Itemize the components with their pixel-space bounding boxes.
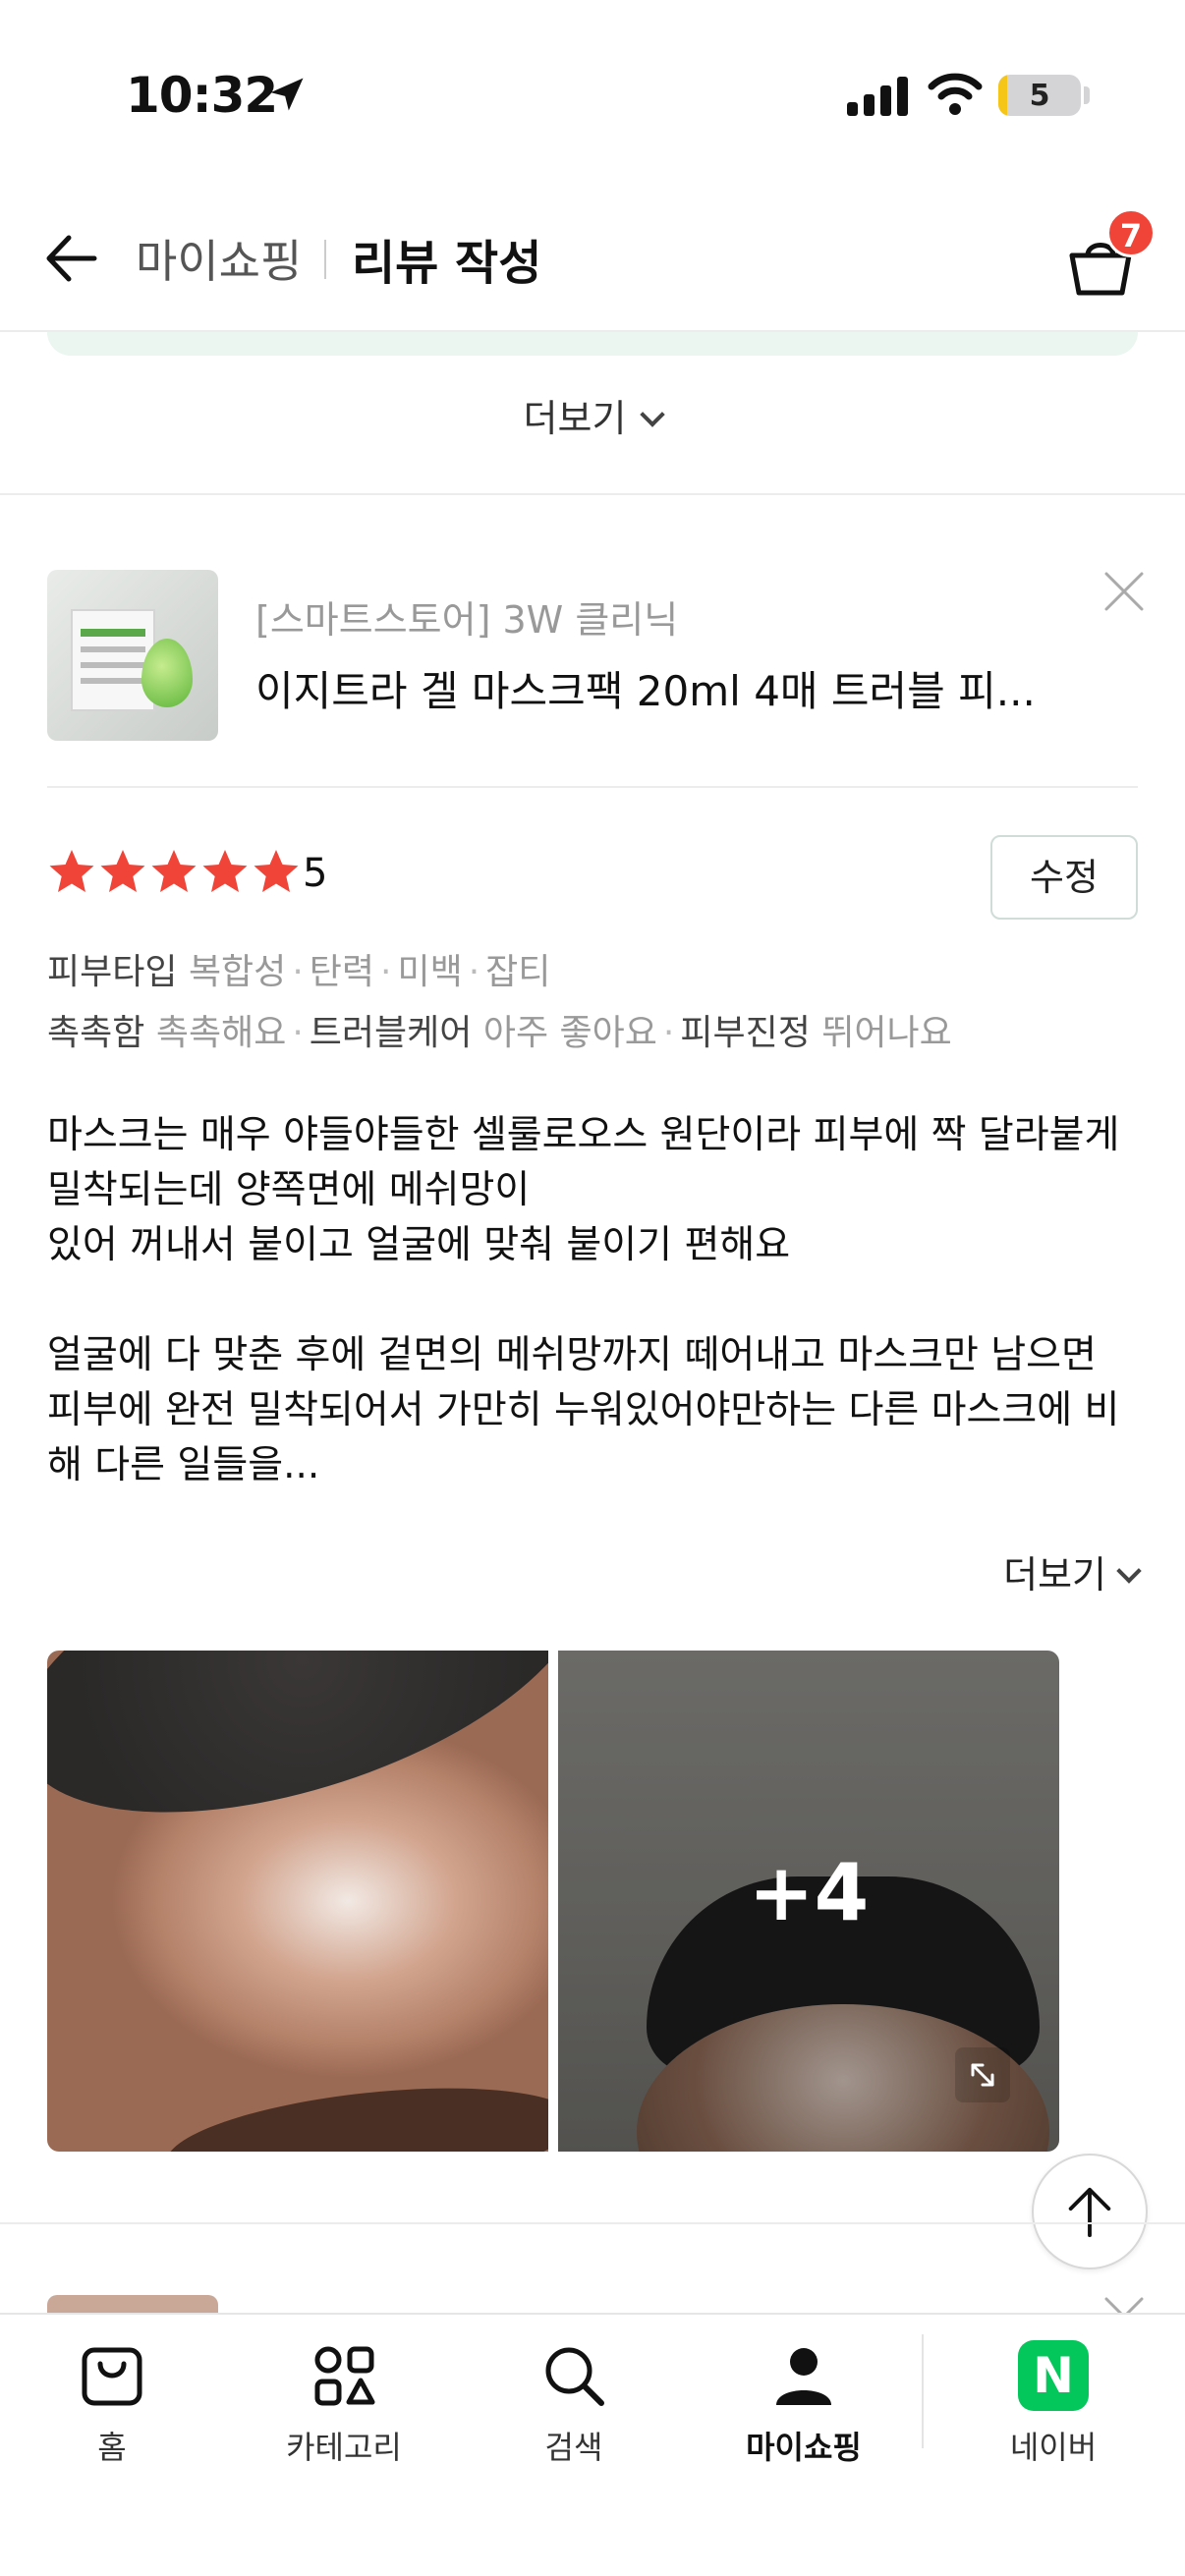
dot-separator: · (380, 952, 392, 992)
evaluation-row: 촉촉함 촉촉해요 · 트러블케어 아주 좋아요 · 피부진정 뛰어나요 (47, 1004, 952, 1055)
star-icon (100, 850, 145, 892)
location-arrow-icon (270, 78, 304, 111)
evaluation-key: 트러블케어 (309, 1013, 473, 1053)
evaluation-key: 촉촉함 (47, 1013, 145, 1053)
dot-separator: · (662, 1013, 675, 1053)
battery-icon: 5 (998, 75, 1081, 116)
skin-type-value: 탄력 (309, 952, 375, 992)
more-photos-count: +4 (748, 1847, 870, 1938)
nav-my-shopping[interactable]: 마이쇼핑 (705, 2340, 902, 2468)
skin-type-values: 복합성 · 탄력 · 미백 · 잡티 (189, 952, 550, 992)
review-photo-2[interactable]: +4 (558, 1651, 1059, 2152)
nav-search-label: 검색 (544, 2429, 603, 2466)
battery-tip (1084, 86, 1090, 104)
evaluation-value: 뛰어나요 (821, 1013, 952, 1053)
expand-more-label: 더보기 (523, 397, 627, 440)
skin-type-value: 미백 (397, 952, 463, 992)
app-header: 마이쇼핑 리뷰 작성 7 (0, 187, 1185, 332)
chevron-down-icon (640, 402, 666, 427)
nav-my-shopping-label: 마이쇼핑 (746, 2429, 862, 2466)
edit-review-button[interactable]: 수정 (990, 835, 1138, 920)
star-icon (49, 850, 94, 892)
product-gel-drop-image (141, 639, 193, 707)
star-icon (254, 850, 299, 892)
next-product-thumbnail[interactable] (47, 2295, 218, 2315)
product-box-image (71, 609, 155, 711)
dot-separator: · (292, 1013, 304, 1053)
nav-separator (922, 2334, 924, 2448)
evaluation-value: 촉촉해요 (155, 1013, 287, 1053)
review-more-label: 더보기 (1003, 1553, 1106, 1596)
nav-category-label: 카테고리 (286, 2429, 402, 2466)
page-title: 리뷰 작성 (352, 236, 542, 291)
dot-separator: · (292, 952, 304, 992)
expand-icon[interactable] (955, 2047, 1010, 2102)
nav-home-label: 홈 (97, 2429, 127, 2466)
skin-type-value: 복합성 (188, 952, 287, 992)
evaluation-value: 아주 좋아요 (482, 1013, 657, 1053)
wifi-icon (928, 73, 983, 115)
nav-naver-label: 네이버 (1009, 2429, 1098, 2466)
product-store-name[interactable]: [스마트스토어] 3W 클리닉 (255, 589, 678, 644)
status-bar: 10:32 5 (0, 0, 1185, 187)
star-icon (202, 850, 248, 892)
star-rating (47, 847, 303, 896)
nav-naver[interactable]: N 네이버 (955, 2340, 1152, 2468)
review-photo-1[interactable] (47, 1651, 548, 2152)
evaluation-key: 피부진정 (680, 1013, 811, 1053)
close-icon[interactable] (1102, 2295, 1146, 2315)
person-icon (776, 2348, 831, 2405)
star-icon (151, 850, 197, 892)
divider (0, 2222, 1185, 2224)
divider (47, 786, 1138, 788)
expand-more-button[interactable]: 더보기 (0, 388, 1185, 442)
skin-type-label: 피부타입 (47, 952, 178, 992)
nav-home[interactable]: 홈 (14, 2340, 210, 2468)
cellular-signal-icon (847, 77, 908, 116)
chevron-down-icon (1116, 1558, 1142, 1584)
nav-search[interactable]: 검색 (476, 2340, 672, 2468)
review-more-button[interactable]: 더보기 (1003, 1544, 1142, 1598)
breadcrumb-my-shopping[interactable]: 마이쇼핑 (136, 226, 302, 291)
breadcrumb-separator (324, 240, 326, 279)
bottom-navigation: 홈 카테고리 검색 마이쇼핑 N 네이버 (0, 2313, 1185, 2576)
previous-card-edge (47, 332, 1138, 356)
home-bag-icon (82, 2347, 142, 2406)
skin-type-value: 잡티 (485, 952, 551, 992)
naver-logo-icon: N (1018, 2340, 1089, 2411)
category-icon (314, 2346, 375, 2406)
nav-category[interactable]: 카테고리 (246, 2340, 442, 2468)
battery-level: 5 (1029, 79, 1050, 113)
scroll-to-top-button[interactable] (1032, 2154, 1148, 2269)
skin-type-row: 피부타입 복합성 · 탄력 · 미백 · 잡티 (47, 943, 550, 994)
close-icon[interactable] (1102, 570, 1146, 613)
back-arrow-icon[interactable] (39, 228, 100, 289)
divider (0, 493, 1185, 495)
rating-value: 5 (303, 851, 328, 896)
dot-separator: · (468, 952, 480, 992)
cart-count-badge: 7 (1106, 208, 1156, 257)
product-thumbnail[interactable] (47, 570, 218, 741)
review-body-text: 마스크는 매우 야들야들한 셀룰로오스 원단이라 피부에 짝 달라붙게 밀착되는… (47, 1113, 1120, 1487)
status-time: 10:32 (126, 67, 278, 124)
search-icon (545, 2347, 604, 2406)
product-name[interactable]: 이지트라 겔 마스크팩 20ml 4매 트러블 피... (255, 658, 1061, 718)
